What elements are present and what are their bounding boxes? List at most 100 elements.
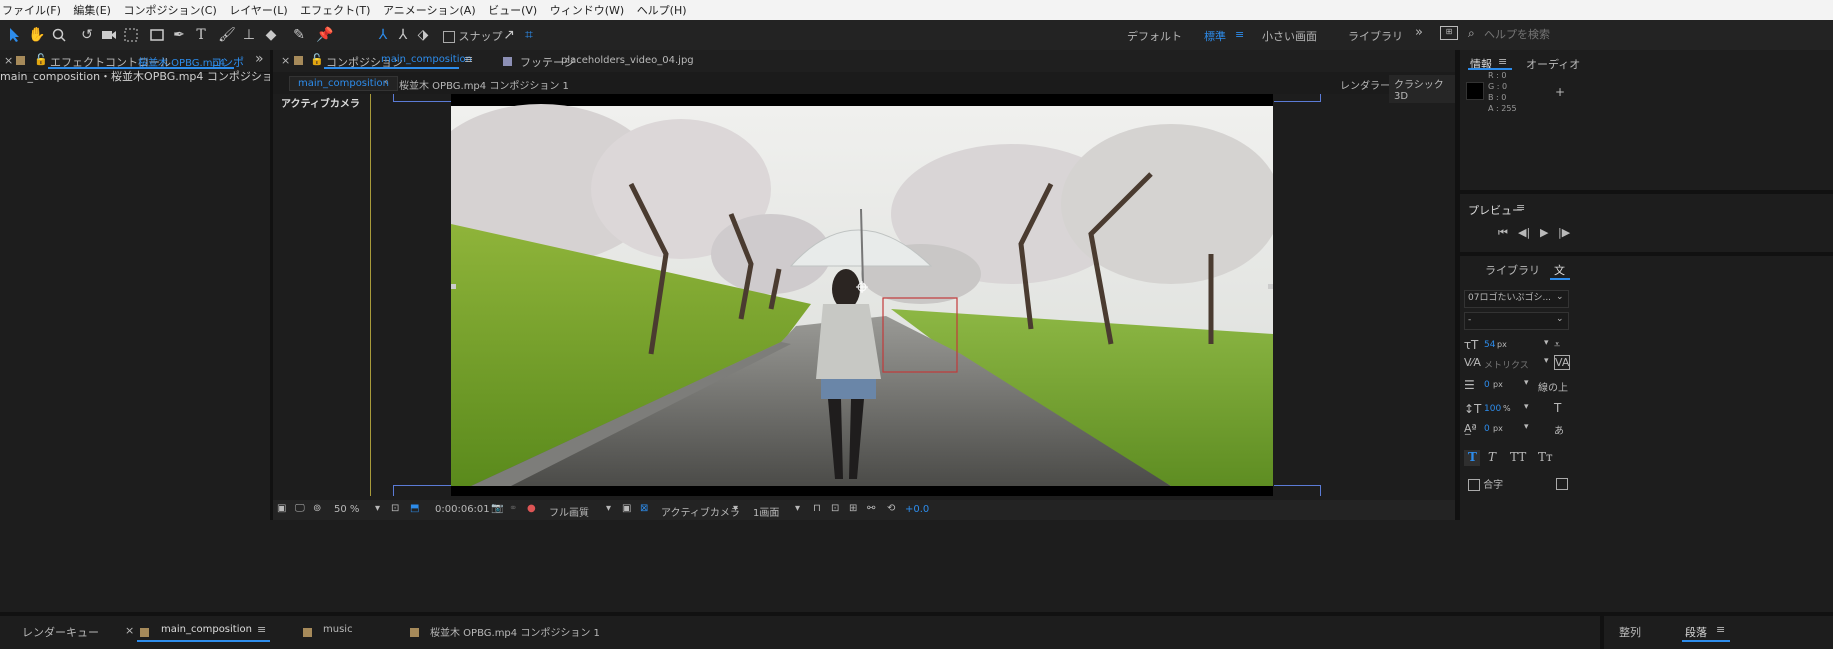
comp1-tab[interactable]: 桜並木 OPBG.mp4 コンポジション 1 xyxy=(430,624,600,639)
all-caps-button[interactable]: TT xyxy=(1510,450,1526,464)
world-axis-mode-icon[interactable]: ⅄ xyxy=(392,24,414,46)
transparency-grid-icon[interactable]: ⊠ xyxy=(640,503,648,514)
camera-chevron-icon[interactable]: ▾ xyxy=(733,503,738,514)
comp-viewer[interactable] xyxy=(393,94,1321,496)
resolution-chevron-icon[interactable]: ▾ xyxy=(606,503,611,514)
region-of-interest-icon[interactable]: ⬒ xyxy=(410,503,419,514)
first-frame-icon[interactable]: ⏮ xyxy=(1498,226,1508,240)
font-size-chevron-icon[interactable]: ▾ xyxy=(1544,338,1549,348)
monitor-icon[interactable]: 🖵 xyxy=(295,503,305,514)
font-style-select[interactable]: - xyxy=(1464,312,1569,330)
menu-composition[interactable]: コンポジション(C) xyxy=(121,0,223,19)
music-tab[interactable]: music xyxy=(323,624,353,635)
pen-tool-icon[interactable]: ✒ xyxy=(168,24,190,46)
menu-file[interactable]: ファイル(F) xyxy=(0,0,68,19)
baseline-shift-chevron-icon[interactable]: ▾ xyxy=(1524,422,1529,432)
faux-italic-button[interactable]: T xyxy=(1488,450,1496,464)
always-preview-icon[interactable]: ▣ xyxy=(277,503,286,514)
zoom-dropdown[interactable]: 50 % xyxy=(334,504,359,515)
type-tool-icon[interactable]: T xyxy=(190,24,212,46)
vertical-scale-value[interactable]: 100 xyxy=(1484,404,1501,414)
workspace-libraries[interactable]: ライブラリ xyxy=(1348,28,1403,44)
video-frame[interactable] xyxy=(421,94,1281,496)
stroke-width-value[interactable]: 0 xyxy=(1484,380,1490,390)
menu-animation[interactable]: アニメーション(A) xyxy=(381,0,483,19)
baseline-shift-value[interactable]: 0 xyxy=(1484,424,1490,434)
zoom-chevron-icon[interactable]: ▾ xyxy=(375,503,380,514)
paragraph-menu-icon[interactable]: ≡ xyxy=(1716,623,1725,636)
view-layout-chevron-icon[interactable]: ▾ xyxy=(795,503,800,514)
snap-options-icon[interactable]: ↗ xyxy=(498,24,520,46)
camera-tool-icon[interactable] xyxy=(98,24,120,46)
view-axis-mode-icon[interactable]: ⬗ xyxy=(412,24,434,46)
menu-layer[interactable]: レイヤー(L) xyxy=(227,0,294,19)
target-region-icon[interactable]: ▣ xyxy=(622,503,631,514)
stroke-width-chevron-icon[interactable]: ▾ xyxy=(1524,378,1529,388)
breadcrumb-main-composition[interactable]: main_composition xyxy=(289,76,398,91)
pan-behind-tool-icon[interactable] xyxy=(120,24,142,46)
brush-tool-icon[interactable]: 🖌 xyxy=(216,24,238,46)
menu-help[interactable]: ヘルプ(H) xyxy=(635,0,694,19)
close-main-tab-icon[interactable]: × xyxy=(125,624,134,637)
hindi-digits-checkbox[interactable] xyxy=(1556,478,1568,490)
faux-bold-button[interactable]: T xyxy=(1464,450,1480,466)
libraries-tab[interactable]: ライブラリ xyxy=(1485,262,1540,278)
kerning-value[interactable]: メトリクス xyxy=(1484,358,1529,371)
font-family-select[interactable]: 07ロゴたいぷゴシ... xyxy=(1464,290,1569,308)
hand-tool-icon[interactable]: ✋ xyxy=(26,24,48,46)
zoom-tool-icon[interactable] xyxy=(48,24,70,46)
workspace-default[interactable]: デフォルト xyxy=(1127,28,1182,44)
puppet-pin-tool-icon[interactable]: 📌 xyxy=(314,24,336,46)
ligature-checkbox[interactable] xyxy=(1468,479,1480,491)
lock-icon[interactable]: 🔓 xyxy=(34,53,48,66)
camera-view-dropdown[interactable]: アクティブカメラ xyxy=(661,504,740,519)
fast-preview-icon[interactable]: ⊡ xyxy=(831,503,839,514)
workspace-menu-icon[interactable]: ≡ xyxy=(1235,28,1244,41)
help-search[interactable]: ⌕ xyxy=(1466,24,1576,44)
comp-tab-menu-icon[interactable]: ≡ xyxy=(464,53,473,66)
next-frame-icon[interactable]: |▶ xyxy=(1558,226,1570,239)
preview-menu-icon[interactable]: ≡ xyxy=(1516,201,1525,214)
font-family-chevron-icon[interactable]: ⌄ xyxy=(1556,292,1564,302)
roto-brush-tool-icon[interactable]: ✎ xyxy=(288,24,310,46)
menu-edit[interactable]: 編集(E) xyxy=(71,0,118,19)
current-time[interactable]: 0:00:06:01 xyxy=(435,504,490,515)
render-queue-tab[interactable]: レンダーキュー xyxy=(22,624,99,640)
stroke-option-select[interactable]: 線の上 xyxy=(1538,379,1568,394)
character-tab[interactable]: 文 xyxy=(1554,262,1565,278)
mask-visibility-icon[interactable]: ⊚ xyxy=(313,503,321,514)
close-comp-tab-icon[interactable]: × xyxy=(281,54,290,67)
toggle-pixel-aspect-icon[interactable]: ⊓ xyxy=(813,503,821,514)
flowchart-icon[interactable]: ⚯ xyxy=(867,503,875,514)
resolution-dropdown[interactable]: フル画質 xyxy=(549,504,589,519)
kerning-chevron-icon[interactable]: ▾ xyxy=(1544,356,1549,366)
comp-tab-name[interactable]: main_composition xyxy=(381,54,472,65)
timeline-icon[interactable]: ⊞ xyxy=(849,503,857,514)
font-size-value[interactable]: 54 xyxy=(1484,340,1495,350)
color-channel-icon[interactable]: ● xyxy=(527,503,536,514)
selection-tool-icon[interactable] xyxy=(4,24,26,46)
view-layout-dropdown[interactable]: 1画面 xyxy=(753,504,779,519)
play-icon[interactable]: ▶ xyxy=(1540,226,1548,239)
paragraph-tab[interactable]: 段落 xyxy=(1685,624,1707,640)
reset-exposure-icon[interactable]: ⟲ xyxy=(887,503,895,514)
menu-effect[interactable]: エフェクト(T) xyxy=(298,0,377,19)
help-search-input[interactable] xyxy=(1482,24,1576,44)
vertical-scale-chevron-icon[interactable]: ▾ xyxy=(1524,402,1529,412)
breadcrumb-comp1[interactable]: 桜並木 OPBG.mp4 コンポジション 1 xyxy=(399,77,569,92)
more-workspaces-icon[interactable]: » xyxy=(1415,25,1423,40)
eraser-tool-icon[interactable]: ◆ xyxy=(260,24,282,46)
local-axis-mode-icon[interactable]: ⅄ xyxy=(372,24,394,46)
snap-checkbox[interactable] xyxy=(443,31,455,43)
close-tab-icon[interactable]: × xyxy=(4,54,13,67)
fit-frame-icon[interactable]: ⊡ xyxy=(391,503,399,514)
audio-tab[interactable]: オーディオ xyxy=(1526,56,1580,72)
snap-toggle[interactable]: スナップ xyxy=(443,28,503,44)
menu-window[interactable]: ウィンドウ(W) xyxy=(548,0,631,19)
main-tab-menu-icon[interactable]: ≡ xyxy=(257,623,266,636)
snap-target-icon[interactable]: ⌗ xyxy=(518,24,540,46)
ligature-toggle[interactable]: 合字 xyxy=(1468,476,1503,491)
exposure-value[interactable]: +0.0 xyxy=(905,504,929,515)
info-tab-menu-icon[interactable]: ≡ xyxy=(1498,55,1507,68)
small-caps-button[interactable]: Tт xyxy=(1538,450,1553,464)
